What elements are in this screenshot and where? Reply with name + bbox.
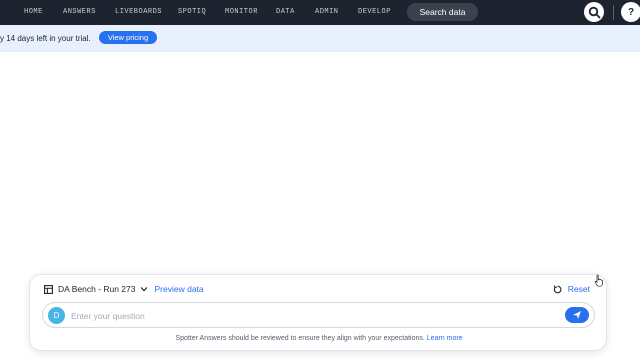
nav-liveboards[interactable]: LIVEBOARDS — [115, 8, 162, 16]
chevron-down-icon — [140, 287, 147, 292]
send-button[interactable] — [565, 307, 589, 323]
nav-spotiq[interactable]: SPOTIQ — [178, 8, 206, 16]
avatar: D — [48, 307, 65, 324]
help-button[interactable]: ? — [621, 2, 640, 22]
spotter-panel: DA Bench - Run 273 Preview data Reset D … — [29, 274, 607, 351]
nav-develop[interactable]: DEVELOP — [358, 8, 391, 16]
search-icon — [588, 6, 600, 18]
trial-message: y 14 days left in your trial. — [0, 34, 91, 43]
preview-data-link[interactable]: Preview data — [155, 284, 204, 294]
datasource-name: DA Bench - Run 273 — [58, 284, 136, 294]
view-pricing-button[interactable]: View pricing — [99, 31, 157, 44]
reset-icon — [553, 284, 562, 293]
search-data-button[interactable]: Search data — [407, 3, 478, 21]
top-navigation-bar: HOME ANSWERS LIVEBOARDS SPOTIQ MONITOR D… — [0, 0, 640, 25]
reset-button[interactable]: Reset — [553, 283, 590, 295]
nav-home[interactable]: HOME — [24, 8, 43, 16]
hand-cursor-icon — [594, 274, 604, 292]
nav-data[interactable]: DATA — [276, 8, 295, 16]
nav-divider — [613, 5, 614, 20]
disclaimer: Spotter Answers should be reviewed to en… — [30, 335, 608, 342]
disclaimer-text: Spotter Answers should be reviewed to en… — [175, 335, 425, 342]
learn-more-link[interactable]: Learn more — [427, 335, 463, 342]
nav-answers[interactable]: ANSWERS — [63, 8, 96, 16]
table-icon — [44, 284, 53, 294]
trial-banner: y 14 days left in your trial. View prici… — [0, 25, 640, 52]
send-icon — [573, 311, 581, 319]
datasource-selector[interactable]: DA Bench - Run 273 Preview data — [44, 283, 204, 295]
nav-admin[interactable]: ADMIN — [315, 8, 339, 16]
question-box: D — [42, 302, 595, 328]
help-icon: ? — [627, 6, 635, 18]
reset-label: Reset — [567, 284, 590, 294]
nav-monitor[interactable]: MONITOR — [225, 8, 258, 16]
global-search-button[interactable] — [584, 2, 604, 22]
question-input[interactable] — [71, 308, 551, 323]
